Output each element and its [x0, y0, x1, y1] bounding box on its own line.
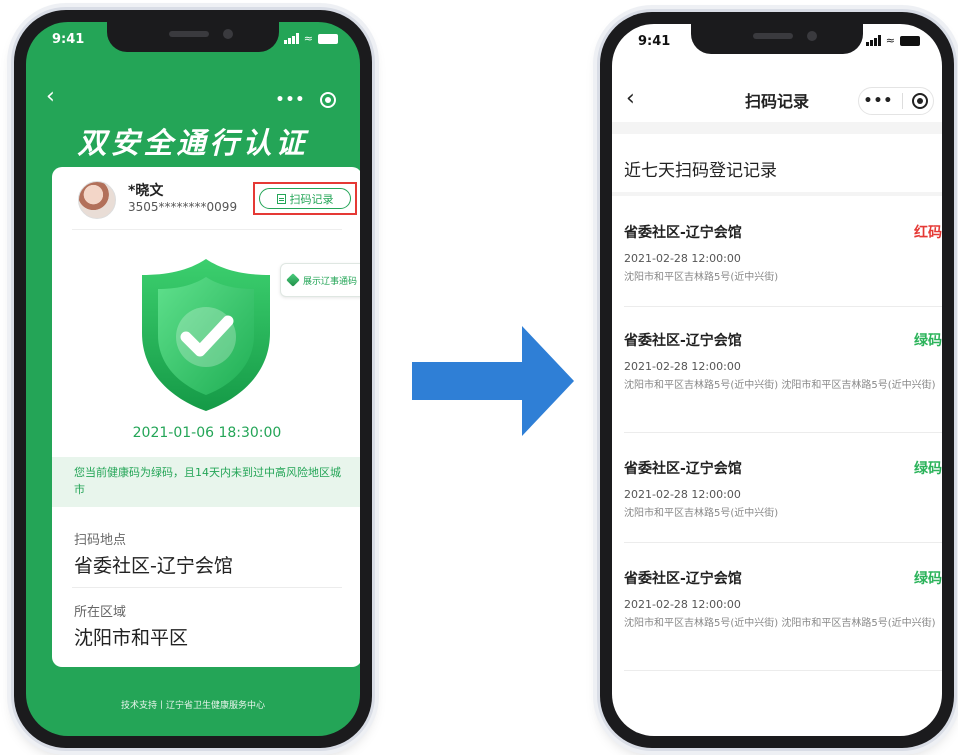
scan-location-label: 扫码地点	[74, 533, 127, 548]
divider	[72, 229, 342, 230]
shield-check-icon	[142, 259, 270, 411]
back-chevron-icon[interactable]: ‹	[46, 84, 55, 109]
divider	[624, 542, 942, 543]
region-label: 所在区域	[74, 605, 127, 620]
divider	[624, 670, 942, 671]
record-status-badge: 绿码	[914, 333, 942, 349]
mini-program-capsule: •••	[858, 87, 934, 115]
record-place: 省委社区-辽宁会馆	[624, 333, 742, 349]
section-title: 近七天扫码登记记录	[624, 161, 777, 181]
record-time: 2021-02-28 12:00:00	[624, 598, 741, 611]
divider	[624, 306, 942, 307]
scan-record-button[interactable]: 扫码记录	[259, 188, 351, 209]
wifi-icon: ≈	[885, 34, 895, 47]
close-target-icon[interactable]	[320, 92, 337, 108]
close-target-icon[interactable]	[912, 93, 929, 109]
record-time: 2021-02-28 12:00:00	[624, 360, 741, 373]
status-time: 9:41	[52, 32, 85, 47]
nav-bar: ‹ 扫码记录 •••	[612, 86, 942, 116]
record-address: 沈阳市和平区吉林路5号(近中兴街) 沈阳市和平区吉林路5号(近中兴街)	[624, 380, 936, 391]
record-item[interactable]: 省委社区-辽宁会馆 绿码 2021-02-28 12:00:00 沈阳市和平区吉…	[624, 330, 942, 393]
signal-icon	[865, 35, 881, 46]
record-status-badge: 绿码	[914, 571, 942, 587]
section-spacer	[612, 122, 942, 134]
user-name: *晓文	[128, 183, 164, 199]
code-cube-icon	[286, 273, 300, 287]
status-icons: ≈	[283, 32, 338, 45]
divider	[624, 432, 942, 433]
battery-icon	[900, 36, 920, 46]
divider	[72, 587, 342, 588]
record-item[interactable]: 省委社区-辽宁会馆 绿码 2021-02-28 12:00:00 沈阳市和平区吉…	[624, 568, 942, 631]
certificate-card: *晓文 3505********0099 扫码记录 展示辽事通码 2021-01…	[52, 167, 360, 667]
phone-right: 9:41 ≈ ‹ 扫码记录 ••• 近七天扫码登记记录 省委社区-辽宁会馆 红码…	[600, 12, 954, 748]
nav-bar: ‹ •••	[26, 84, 360, 114]
footer-support: 技术支持丨辽宁省卫生健康服务中心	[120, 701, 265, 711]
health-notice: 您当前健康码为绿码，且14天内未到过中高风险地区城市	[52, 457, 360, 507]
battery-icon	[318, 34, 338, 44]
phone-left-screen: 9:41 ≈ ‹ ••• 双安全通行认证 *晓文 3505********009…	[26, 22, 360, 736]
phone-notch	[691, 24, 863, 54]
record-address: 沈阳市和平区吉林路5号(近中兴街) 沈阳市和平区吉林路5号(近中兴街)	[624, 618, 936, 629]
more-dots-icon[interactable]: •••	[276, 92, 306, 108]
certificate-timestamp: 2021-01-06 18:30:00	[132, 425, 282, 441]
divider	[612, 192, 942, 196]
scan-location-value: 省委社区-辽宁会馆	[74, 555, 233, 577]
mini-program-capsule: •••	[268, 86, 344, 114]
document-icon	[276, 193, 286, 204]
scan-record-label: 扫码记录	[289, 192, 334, 206]
record-place: 省委社区-辽宁会馆	[624, 461, 742, 477]
user-id-number: 3505********0099	[128, 200, 238, 214]
record-time: 2021-02-28 12:00:00	[624, 488, 741, 501]
more-dots-icon[interactable]: •••	[864, 93, 894, 109]
show-code-label: 展示辽事通码	[303, 276, 358, 287]
phone-right-screen: 9:41 ≈ ‹ 扫码记录 ••• 近七天扫码登记记录 省委社区-辽宁会馆 红码…	[612, 24, 942, 736]
avatar	[78, 181, 116, 219]
right-arrow-icon	[412, 326, 574, 436]
record-item[interactable]: 省委社区-辽宁会馆 绿码 2021-02-28 12:00:00 沈阳市和平区吉…	[624, 458, 942, 521]
record-time: 2021-02-28 12:00:00	[624, 252, 741, 265]
phone-notch	[107, 22, 279, 52]
capsule-divider	[902, 93, 904, 109]
record-status-badge: 红码	[914, 225, 942, 241]
highlight-box: 扫码记录	[253, 182, 357, 215]
record-item[interactable]: 省委社区-辽宁会馆 红码 2021-02-28 12:00:00 沈阳市和平区吉…	[624, 222, 942, 285]
phone-left: 9:41 ≈ ‹ ••• 双安全通行认证 *晓文 3505********009…	[14, 10, 372, 748]
wifi-icon: ≈	[303, 32, 313, 45]
show-code-button[interactable]: 展示辽事通码	[280, 263, 360, 297]
record-address: 沈阳市和平区吉林路5号(近中兴街)	[624, 272, 779, 283]
region-value: 沈阳市和平区	[74, 627, 189, 649]
record-address: 沈阳市和平区吉林路5号(近中兴街)	[624, 508, 779, 519]
record-place: 省委社区-辽宁会馆	[624, 571, 742, 587]
status-icons: ≈	[865, 34, 920, 47]
page-title: 双安全通行认证	[77, 126, 309, 160]
record-place: 省委社区-辽宁会馆	[624, 225, 742, 241]
signal-icon	[283, 33, 299, 44]
record-status-badge: 绿码	[914, 461, 942, 477]
status-time: 9:41	[638, 34, 671, 49]
